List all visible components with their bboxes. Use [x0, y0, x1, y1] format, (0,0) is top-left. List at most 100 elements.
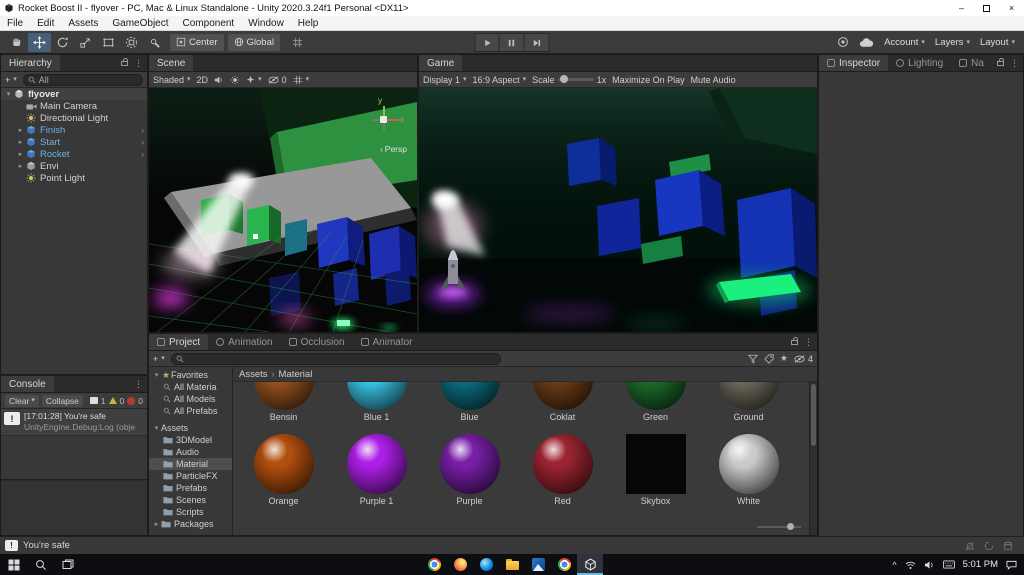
lock-icon[interactable]: [791, 337, 798, 345]
panel-menu-icon[interactable]: ⋮: [1010, 58, 1019, 69]
material-asset[interactable]: Blue 1: [330, 382, 423, 422]
prefab-open-arrow-icon[interactable]: ›: [141, 150, 144, 159]
step-button[interactable]: [524, 33, 550, 52]
favorite-all-materials[interactable]: All Materia: [149, 381, 232, 393]
task-view-button[interactable]: [54, 554, 81, 575]
assets-root[interactable]: ▾ Assets: [149, 422, 232, 434]
status-message[interactable]: You're safe: [23, 540, 70, 551]
maximize-on-play-toggle[interactable]: Maximize On Play: [612, 75, 685, 85]
play-button[interactable]: [474, 33, 500, 52]
touch-keyboard-icon[interactable]: [942, 560, 955, 569]
hierarchy-item-point-light[interactable]: Point Light: [1, 172, 147, 184]
browser-icon[interactable]: [551, 554, 577, 575]
muted-bell-icon[interactable]: [965, 541, 975, 551]
menu-window[interactable]: Window: [241, 16, 291, 30]
scale-slider-thumb[interactable]: [559, 75, 568, 83]
orientation-toggle-button[interactable]: Global: [227, 33, 280, 51]
tab-navigation[interactable]: Na: [951, 55, 992, 71]
hierarchy-item-finish[interactable]: ▸ Finish ›: [1, 124, 147, 136]
project-scrollbar[interactable]: [809, 382, 817, 535]
audio-toggle-icon[interactable]: [214, 75, 224, 85]
game-viewport[interactable]: [419, 88, 817, 332]
move-tool-button[interactable]: [28, 32, 51, 52]
minimize-button[interactable]: –: [949, 0, 974, 16]
tab-scene[interactable]: Scene: [149, 55, 194, 71]
prefab-open-arrow-icon[interactable]: ›: [141, 126, 144, 135]
hierarchy-item-start[interactable]: ▸ Start ›: [1, 136, 147, 148]
grid-snap-button[interactable]: [286, 33, 309, 52]
tab-game[interactable]: Game: [419, 55, 463, 71]
material-asset[interactable]: Green: [609, 382, 702, 422]
project-search-input[interactable]: [170, 352, 501, 365]
action-center-icon[interactable]: [1006, 560, 1017, 570]
lighting-toggle-icon[interactable]: [230, 75, 240, 85]
hidden-objects-toggle[interactable]: 0: [268, 75, 287, 85]
axis-x[interactable]: [387, 119, 399, 121]
collapse-caret-icon[interactable]: ▾: [4, 90, 13, 98]
layout-dropdown[interactable]: Layout ▾: [980, 37, 1015, 48]
gizmo-center-cube[interactable]: [380, 116, 387, 123]
packages-root[interactable]: ▸ Packages: [149, 518, 232, 530]
lock-icon[interactable]: [997, 58, 1004, 66]
2d-toggle-button[interactable]: 2D: [197, 75, 209, 85]
folder-particlefx[interactable]: ParticleFX: [149, 470, 232, 482]
tab-hierarchy[interactable]: Hierarchy: [1, 55, 60, 71]
account-dropdown[interactable]: Account ▾: [884, 37, 925, 48]
panel-menu-icon[interactable]: ⋮: [134, 379, 143, 390]
create-add-button[interactable]: + ▾: [5, 75, 17, 85]
hierarchy-scene-row[interactable]: ▾ flyover: [1, 88, 147, 100]
tab-occlusion[interactable]: Occlusion: [281, 334, 353, 350]
cloud-collaborate-icon[interactable]: [859, 37, 874, 48]
material-asset[interactable]: Purple: [423, 434, 516, 506]
tab-animation[interactable]: Animation: [208, 334, 280, 350]
menu-edit[interactable]: Edit: [30, 16, 61, 30]
panel-menu-icon[interactable]: ⋮: [804, 337, 813, 348]
scene-viewport[interactable]: x y ‹ Persp: [149, 88, 417, 332]
menu-file[interactable]: File: [0, 16, 30, 30]
cache-server-icon[interactable]: [1003, 541, 1013, 551]
material-asset[interactable]: Blue: [423, 382, 516, 422]
log-count-icon[interactable]: [89, 397, 98, 404]
edge-icon[interactable]: [473, 554, 499, 575]
hierarchy-item-directional-light[interactable]: Directional Light: [1, 112, 147, 124]
start-button[interactable]: [0, 554, 27, 575]
expand-caret-icon[interactable]: ▸: [152, 520, 161, 528]
custom-tool-button[interactable]: [143, 33, 166, 52]
save-search-star-icon[interactable]: ★: [780, 353, 788, 364]
scene-orientation-gizmo[interactable]: x y: [363, 95, 407, 142]
thumbnail-zoom-slider[interactable]: [757, 523, 801, 531]
scrollbar-thumb[interactable]: [811, 384, 816, 446]
transform-tool-button[interactable]: [120, 33, 143, 52]
material-asset[interactable]: Ground: [702, 382, 795, 422]
prefab-open-arrow-icon[interactable]: ›: [141, 138, 144, 147]
volume-icon[interactable]: [924, 560, 935, 570]
menu-gameobject[interactable]: GameObject: [105, 16, 175, 30]
folder-material[interactable]: Material: [149, 458, 232, 470]
collapse-button[interactable]: Collapse: [41, 394, 83, 407]
hand-tool-button[interactable]: [5, 33, 28, 52]
zoom-thumb[interactable]: [787, 523, 794, 530]
warning-count-icon[interactable]: [108, 397, 117, 404]
breadcrumb-material[interactable]: Material: [279, 369, 313, 380]
scale-slider[interactable]: [557, 75, 594, 83]
search-by-type-icon[interactable]: [747, 354, 758, 364]
grid-visibility-dropdown[interactable]: ▾: [293, 75, 309, 85]
search-by-label-icon[interactable]: [764, 353, 774, 364]
material-asset[interactable]: Coklat: [516, 382, 609, 422]
menu-component[interactable]: Component: [176, 16, 242, 30]
hidden-icons-button[interactable]: ^: [892, 560, 896, 570]
favorite-all-prefabs[interactable]: All Prefabs: [149, 405, 232, 417]
panel-menu-icon[interactable]: ⋮: [134, 58, 143, 69]
folder-scenes[interactable]: Scenes: [149, 494, 232, 506]
material-asset[interactable]: Bensin: [237, 382, 330, 422]
expand-caret-icon[interactable]: ▸: [16, 150, 25, 158]
effects-dropdown[interactable]: ▾: [246, 75, 262, 84]
console-log-entry[interactable]: ! [17:01:28] You're safe UnityEngine.Deb…: [1, 409, 147, 436]
tab-lighting[interactable]: Lighting: [888, 55, 951, 71]
favorites-root[interactable]: ▾ ★ Favorites: [149, 369, 232, 381]
firefox-icon[interactable]: [447, 554, 473, 575]
mute-audio-toggle[interactable]: Mute Audio: [691, 75, 736, 85]
expand-caret-icon[interactable]: ▸: [16, 138, 25, 146]
rotate-tool-button[interactable]: [51, 33, 74, 52]
menu-assets[interactable]: Assets: [61, 16, 105, 30]
